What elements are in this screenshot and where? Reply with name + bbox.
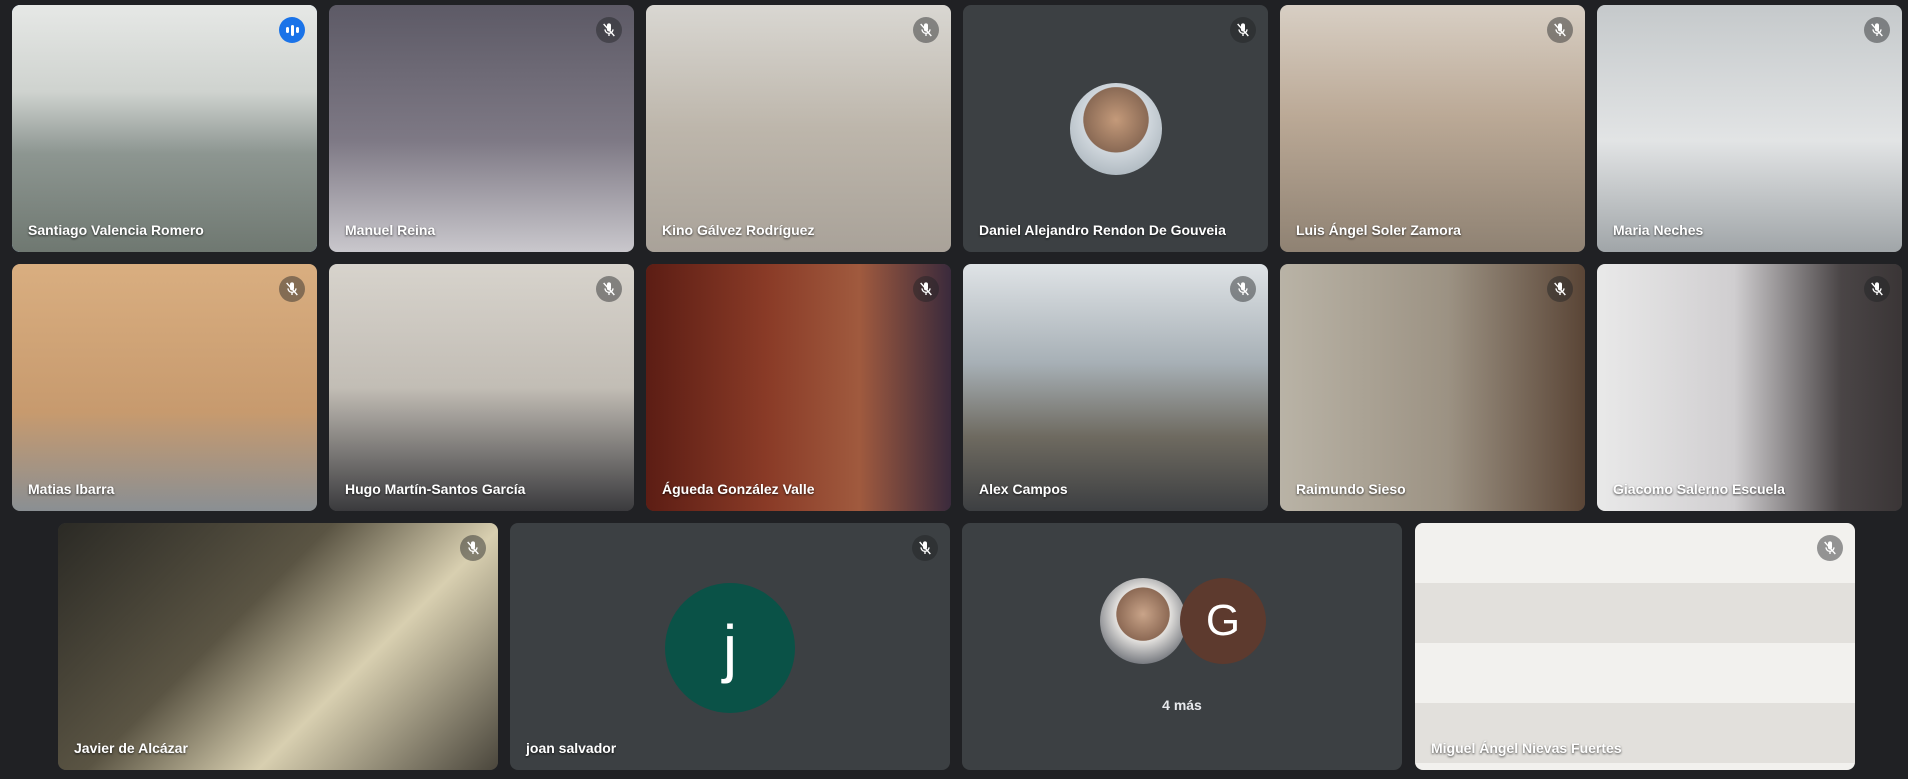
participant-name: Maria Neches bbox=[1613, 222, 1704, 238]
mic-off-icon bbox=[1864, 17, 1890, 43]
mic-off-icon bbox=[1817, 535, 1843, 561]
participant-tile[interactable]: Daniel Alejandro Rendon De Gouveia bbox=[963, 5, 1268, 252]
participant-tile[interactable]: Raimundo Sieso bbox=[1280, 264, 1585, 511]
participant-name: Manuel Reina bbox=[345, 222, 436, 238]
video-feed bbox=[58, 523, 498, 770]
participant-name: Águeda González Valle bbox=[662, 481, 815, 497]
speaking-indicator-icon bbox=[279, 17, 305, 43]
participant-tile[interactable]: Giacomo Salerno Escuela bbox=[1597, 264, 1902, 511]
participant-name: Giacomo Salerno Escuela bbox=[1613, 481, 1785, 497]
participant-tile[interactable]: Hugo Martín-Santos García bbox=[329, 264, 634, 511]
participant-tile[interactable]: Javier de Alcázar bbox=[58, 523, 498, 770]
video-feed bbox=[12, 264, 317, 511]
video-feed bbox=[963, 264, 1268, 511]
participant-tile[interactable]: Miguel Ángel Nievas Fuertes bbox=[1415, 523, 1855, 770]
mic-off-icon bbox=[913, 17, 939, 43]
avatar bbox=[1070, 83, 1162, 175]
avatar: G bbox=[1180, 578, 1266, 664]
video-feed bbox=[1597, 264, 1902, 511]
video-feed bbox=[12, 5, 317, 252]
mic-off-icon bbox=[913, 276, 939, 302]
participant-name: Alex Campos bbox=[979, 481, 1068, 497]
participant-tile[interactable]: Luis Ángel Soler Zamora bbox=[1280, 5, 1585, 252]
participant-tile[interactable]: Santiago Valencia Romero bbox=[12, 5, 317, 252]
mic-off-icon bbox=[279, 276, 305, 302]
video-feed bbox=[1280, 264, 1585, 511]
more-participants-label: 4 más bbox=[1162, 697, 1202, 713]
mic-off-icon bbox=[1230, 17, 1256, 43]
participant-name: Miguel Ángel Nievas Fuertes bbox=[1431, 740, 1622, 756]
video-feed bbox=[646, 264, 951, 511]
mic-off-icon bbox=[1547, 17, 1573, 43]
avatar: j bbox=[665, 583, 795, 713]
participant-name: Matias Ibarra bbox=[28, 481, 115, 497]
participant-name: Santiago Valencia Romero bbox=[28, 222, 204, 238]
participant-tile[interactable]: Manuel Reina bbox=[329, 5, 634, 252]
video-feed bbox=[1415, 523, 1855, 770]
video-feed bbox=[329, 264, 634, 511]
mic-off-icon bbox=[596, 17, 622, 43]
avatar bbox=[1100, 578, 1186, 664]
participant-tile[interactable]: Alex Campos bbox=[963, 264, 1268, 511]
video-feed bbox=[1280, 5, 1585, 252]
video-feed bbox=[1597, 5, 1902, 252]
participant-tile[interactable]: j joan salvador bbox=[510, 523, 950, 770]
participant-name: Kino Gálvez Rodríguez bbox=[662, 222, 815, 238]
mic-off-icon bbox=[1864, 276, 1890, 302]
participant-name: joan salvador bbox=[526, 740, 617, 756]
participant-name: Hugo Martín-Santos García bbox=[345, 481, 526, 497]
others-group-tile[interactable]: G 4 más bbox=[962, 523, 1402, 770]
mic-off-icon bbox=[912, 535, 938, 561]
mic-off-icon bbox=[460, 535, 486, 561]
participant-tile[interactable]: Águeda González Valle bbox=[646, 264, 951, 511]
participant-tile[interactable]: Kino Gálvez Rodríguez bbox=[646, 5, 951, 252]
video-feed bbox=[646, 5, 951, 252]
video-feed bbox=[329, 5, 634, 252]
mic-off-icon bbox=[1547, 276, 1573, 302]
participant-tile[interactable]: Maria Neches bbox=[1597, 5, 1902, 252]
participant-tile[interactable]: Matias Ibarra bbox=[12, 264, 317, 511]
participant-name: Luis Ángel Soler Zamora bbox=[1296, 222, 1461, 238]
mic-off-icon bbox=[596, 276, 622, 302]
participant-name: Daniel Alejandro Rendon De Gouveia bbox=[979, 222, 1226, 238]
participant-name: Javier de Alcázar bbox=[74, 740, 188, 756]
mic-off-icon bbox=[1230, 276, 1256, 302]
participant-name: Raimundo Sieso bbox=[1296, 481, 1406, 497]
